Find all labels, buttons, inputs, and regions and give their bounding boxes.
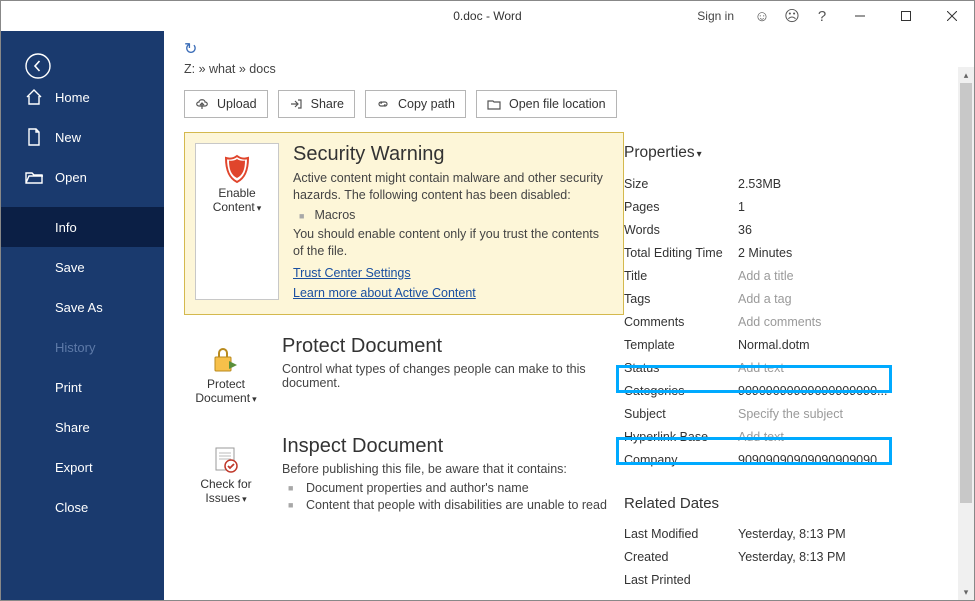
upload-label: Upload (217, 97, 257, 111)
shield-icon (200, 152, 274, 186)
nav-home[interactable]: Home (1, 77, 164, 117)
nav-info[interactable]: Info (1, 207, 164, 247)
enable-content-button[interactable]: Enable Content▾ (195, 143, 279, 300)
nav-print-label: Print (55, 380, 82, 395)
security-warning-box: Enable Content▾ Security Warning Active … (184, 132, 624, 315)
prop-last-modified: Last ModifiedYesterday, 8:13 PM (624, 522, 954, 545)
vertical-scrollbar[interactable]: ▴ ▾ (958, 67, 974, 600)
protect-p1: Control what types of changes people can… (282, 362, 624, 390)
document-check-icon (188, 443, 264, 477)
check-issues-button[interactable]: Check for Issues▾ (184, 435, 268, 515)
scroll-down-icon[interactable]: ▾ (958, 584, 974, 600)
nav-saveas-label: Save As (55, 300, 103, 315)
refresh-icon[interactable]: ↻ (184, 39, 197, 59)
file-path: Z: » what » docs (184, 62, 276, 76)
security-heading: Security Warning (293, 143, 611, 166)
frown-icon[interactable]: ☹ (778, 7, 806, 25)
inspect-heading: Inspect Document (282, 435, 607, 458)
nav-history-label: History (55, 340, 95, 355)
inspect-section: Check for Issues▾ Inspect Document Befor… (184, 435, 624, 515)
security-li1: Macros (299, 208, 611, 222)
nav-open[interactable]: Open (1, 157, 164, 197)
nav-new[interactable]: New (1, 117, 164, 157)
chevron-down-icon: ▾ (697, 149, 702, 160)
close-window-button[interactable] (930, 1, 974, 31)
prop-size: Size2.53MB (624, 172, 954, 195)
prop-created: CreatedYesterday, 8:13 PM (624, 545, 954, 568)
prop-hyperlink-base[interactable]: Hyperlink BaseAdd text (624, 425, 954, 448)
prop-last-printed: Last Printed (624, 568, 954, 591)
prop-subject[interactable]: SubjectSpecify the subject (624, 402, 954, 425)
chevron-down-icon: ▾ (242, 494, 247, 504)
protect-l1: Protect (207, 377, 245, 391)
open-location-label: Open file location (509, 97, 606, 111)
copy-path-label: Copy path (398, 97, 455, 111)
inspect-li1: Document properties and author's name (288, 480, 607, 498)
nav-home-label: Home (55, 90, 90, 105)
nav-share[interactable]: Share (1, 407, 164, 447)
nav-save-label: Save (55, 260, 85, 275)
enable-content-l1: Enable (218, 186, 255, 200)
nav-open-label: Open (55, 170, 87, 185)
chevron-down-icon: ▾ (252, 394, 257, 404)
breadcrumb-area: ↻ Z: » what » docs (164, 31, 974, 84)
prop-company[interactable]: Company90909090909090909090... (624, 448, 954, 471)
prop-status[interactable]: StatusAdd text (624, 356, 954, 379)
nav-new-label: New (55, 130, 81, 145)
maximize-button[interactable] (884, 1, 928, 31)
prop-title[interactable]: TitleAdd a title (624, 264, 954, 287)
prop-template: TemplateNormal.dotm (624, 333, 954, 356)
nav-save[interactable]: Save (1, 247, 164, 287)
help-icon[interactable]: ? (808, 8, 836, 25)
copy-path-button[interactable]: Copy path (365, 90, 466, 118)
nav-close-label: Close (55, 500, 88, 515)
check-l2: Issues (205, 491, 240, 505)
open-location-button[interactable]: Open file location (476, 90, 617, 118)
check-l1: Check for (200, 477, 251, 491)
protect-section: Protect Document▾ Protect Document Contr… (184, 335, 624, 411)
protect-document-button[interactable]: Protect Document▾ (184, 335, 268, 411)
learn-more-link[interactable]: Learn more about Active Content (293, 286, 476, 300)
back-button[interactable] (1, 31, 164, 77)
prop-pages: Pages1 (624, 195, 954, 218)
share-button[interactable]: Share (278, 90, 355, 118)
inspect-li2: Content that people with disabilities ar… (288, 497, 607, 515)
backstage-sidebar: Home New Open Info Save Save As History … (1, 31, 164, 600)
nav-history: History (1, 327, 164, 367)
scroll-up-icon[interactable]: ▴ (958, 67, 974, 83)
properties-panel: Properties▾ Size2.53MB Pages1 Words36 To… (624, 132, 974, 600)
nav-share-label: Share (55, 420, 90, 435)
nav-info-label: Info (55, 220, 77, 235)
security-p2: You should enable content only if you tr… (293, 226, 611, 260)
prop-words: Words36 (624, 218, 954, 241)
related-dates-heading: Related Dates (624, 495, 954, 512)
title-bar: 0.doc - Word Sign in ☺ ☹ ? (1, 1, 974, 31)
lock-icon (188, 343, 264, 377)
nav-print[interactable]: Print (1, 367, 164, 407)
prop-comments[interactable]: CommentsAdd comments (624, 310, 954, 333)
enable-content-l2: Content (213, 200, 255, 214)
inspect-p1: Before publishing this file, be aware th… (282, 462, 607, 476)
protect-heading: Protect Document (282, 335, 624, 358)
prop-tags[interactable]: TagsAdd a tag (624, 287, 954, 310)
minimize-button[interactable] (838, 1, 882, 31)
share-label: Share (311, 97, 344, 111)
upload-button[interactable]: Upload (184, 90, 268, 118)
nav-export[interactable]: Export (1, 447, 164, 487)
action-bar: Upload Share Copy path Open file locatio… (164, 84, 974, 132)
nav-close[interactable]: Close (1, 487, 164, 527)
trust-center-link[interactable]: Trust Center Settings (293, 266, 411, 280)
smile-icon[interactable]: ☺ (748, 8, 776, 25)
prop-categories[interactable]: Categories90909090909090909090... (624, 379, 954, 402)
prop-editing-time: Total Editing Time2 Minutes (624, 241, 954, 264)
protect-l2: Document (195, 391, 250, 405)
chevron-down-icon: ▾ (257, 203, 262, 213)
sign-in-link[interactable]: Sign in (697, 9, 734, 23)
properties-heading[interactable]: Properties▾ (624, 144, 954, 162)
security-p1: Active content might contain malware and… (293, 170, 611, 204)
nav-saveas[interactable]: Save As (1, 287, 164, 327)
nav-export-label: Export (55, 460, 93, 475)
main-area: ↻ Z: » what » docs Upload Share Copy pat… (164, 31, 974, 600)
scrollbar-thumb[interactable] (960, 83, 972, 503)
